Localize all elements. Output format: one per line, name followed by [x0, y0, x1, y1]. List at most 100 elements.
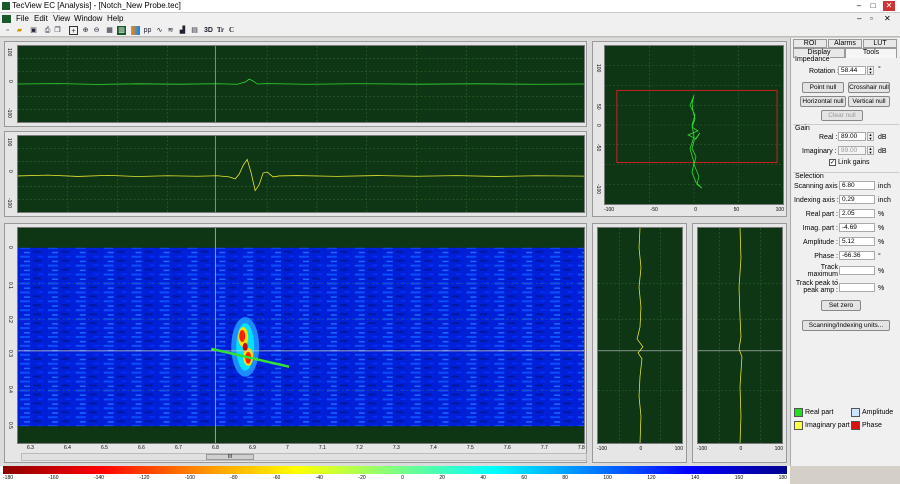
real-part-unit: % [878, 211, 885, 218]
legend-real-swatch [794, 408, 803, 417]
amplitude-value: 5.12 [839, 237, 875, 246]
impedance-heading: Impedance [795, 56, 830, 63]
scanning-indexing-units-button[interactable]: Scanning/Indexing units... [802, 320, 890, 331]
cscan-ytick: 0.1 [7, 282, 13, 289]
crosshair-null-button[interactable]: Crosshair null [848, 82, 890, 93]
mdi-minimize-button[interactable]: – [857, 14, 861, 23]
crosshair-icon[interactable]: + [69, 26, 78, 35]
gain-real-field[interactable]: 89.00 [838, 132, 866, 141]
indexing-axis-value: 0.29 [839, 195, 875, 204]
zoom-in-icon[interactable]: ⊕ [81, 26, 90, 35]
rotation-label: Rotation : [809, 68, 839, 75]
link-gains-label: Link gains [838, 159, 870, 166]
minimize-button[interactable]: – [853, 1, 865, 11]
save-icon[interactable]: ▣ [29, 26, 38, 35]
colorbar-tick: -80 [230, 475, 238, 481]
phase-unit: ° [878, 253, 881, 260]
menu-window[interactable]: Window [74, 14, 102, 23]
c-button[interactable]: C [227, 26, 236, 35]
menu-bar: File Edit View Window Help – ▫ ✕ [0, 13, 900, 25]
gain-imag-spinner[interactable]: ▲ ▼ [867, 146, 874, 155]
tab-alarms[interactable]: Alarms [828, 39, 862, 48]
tab-lut[interactable]: LUT [863, 39, 897, 48]
top-strip-frame: 100 0 -100 [4, 41, 587, 127]
cscan-xtick: 7.2 [355, 445, 363, 451]
menu-file[interactable]: File [16, 14, 29, 23]
vertical-strip1-chart[interactable] [597, 227, 683, 444]
imag-part-value: -4.69 [839, 223, 875, 232]
colorbar-tick: 160 [734, 475, 744, 481]
scanning-axis-label: Scanning axis : [794, 183, 842, 190]
gain-real-unit: dB [878, 134, 887, 141]
horizontal-scrollbar[interactable]: III [21, 453, 587, 461]
menu-view[interactable]: View [53, 14, 70, 23]
imaginary-strip-chart[interactable] [17, 135, 585, 213]
rotation-spinner[interactable]: ▲ ▼ [867, 66, 874, 75]
3d-view-button[interactable]: 3D [203, 26, 214, 35]
cscan-xtick: 7.7 [540, 445, 548, 451]
gain-imag-label: Imaginary : [802, 148, 837, 155]
menu-help[interactable]: Help [107, 14, 123, 23]
liss-ytick: 100 [595, 64, 601, 73]
chart-icon[interactable]: ▟ [178, 26, 187, 35]
palette-icon[interactable] [131, 26, 140, 35]
strip2-xtick: 0 [739, 446, 743, 452]
strip2-xtick: -100 [697, 446, 708, 452]
legend-imaginary-label: Imaginary part [805, 422, 850, 429]
legend-phase-swatch [851, 421, 860, 430]
menu-edit[interactable]: Edit [34, 14, 48, 23]
strip2-xtick: 100 [774, 446, 783, 452]
scan-view-icon[interactable]: ▥ [117, 26, 126, 35]
point-null-button[interactable]: Point null [802, 82, 844, 93]
top-ytick: 0 [7, 80, 13, 83]
copy-icon[interactable]: ❐ [53, 26, 62, 35]
vertical-strip2-chart[interactable] [697, 227, 783, 444]
tr-button[interactable]: Tr [215, 26, 226, 35]
tab-roi[interactable]: ROI [793, 39, 827, 48]
layers-icon[interactable]: ▤ [190, 26, 199, 35]
colorbar-tick: -100 [184, 475, 195, 481]
print-icon[interactable]: ⎙ [43, 26, 52, 35]
phase-value: -66.36 [839, 251, 875, 260]
set-zero-button[interactable]: Set zero [821, 300, 861, 311]
link-gains-checkbox[interactable]: ✓ [829, 159, 836, 166]
track-p2p-value [839, 283, 875, 292]
scrollbar-thumb[interactable]: III [206, 454, 254, 460]
zoom-out-icon[interactable]: ⊖ [92, 26, 101, 35]
selection-heading: Selection [795, 173, 824, 180]
gain-real-spinner[interactable]: ▲ ▼ [867, 132, 874, 141]
colorbar-tick: -120 [139, 475, 150, 481]
gain-imag-unit: dB [878, 148, 887, 155]
gain-imag-field[interactable]: 89.00 [838, 146, 866, 155]
horizontal-null-button[interactable]: Horizontal null [800, 96, 846, 107]
pp-icon[interactable]: pp [143, 26, 152, 35]
vertical-null-button[interactable]: Vertical null [848, 96, 890, 107]
open-folder-icon[interactable]: ▰ [15, 26, 24, 35]
grid-icon[interactable]: ▦ [105, 26, 114, 35]
close-button[interactable]: ✕ [883, 1, 895, 11]
liss-xtick: 100 [775, 207, 784, 213]
cscan-xtick: 7.6 [503, 445, 511, 451]
maximize-button[interactable]: □ [867, 1, 879, 11]
mdi-restore-button[interactable]: ▫ [870, 14, 873, 23]
real-strip-trace [18, 46, 584, 122]
filter-icon[interactable]: ≋ [166, 26, 175, 35]
colorbar-tick: -160 [48, 475, 59, 481]
mdi-close-button[interactable]: ✕ [884, 14, 891, 23]
cscan-image[interactable] [17, 227, 585, 444]
track-p2p-label: Track peak to peak amp : [795, 280, 838, 294]
colorbar-tick: 40 [480, 475, 486, 481]
indexing-axis-unit: inch [878, 197, 891, 204]
liss-ytick: -50 [595, 144, 601, 152]
clear-null-button[interactable]: Clear null [821, 110, 863, 121]
liss-xtick: -50 [650, 207, 658, 213]
vertical-strip1-frame: -100 0 100 [592, 223, 687, 463]
tab-tools[interactable]: Tools [845, 48, 897, 58]
rotation-field[interactable]: 58.44 [838, 66, 866, 75]
imaginary-strip-trace [18, 136, 584, 212]
real-strip-chart[interactable] [17, 45, 585, 123]
signal-icon[interactable]: ∿ [155, 26, 164, 35]
new-icon[interactable]: ▫ [3, 26, 12, 35]
app-menu-icon[interactable] [2, 15, 11, 23]
lissajous-plot[interactable] [604, 45, 784, 205]
